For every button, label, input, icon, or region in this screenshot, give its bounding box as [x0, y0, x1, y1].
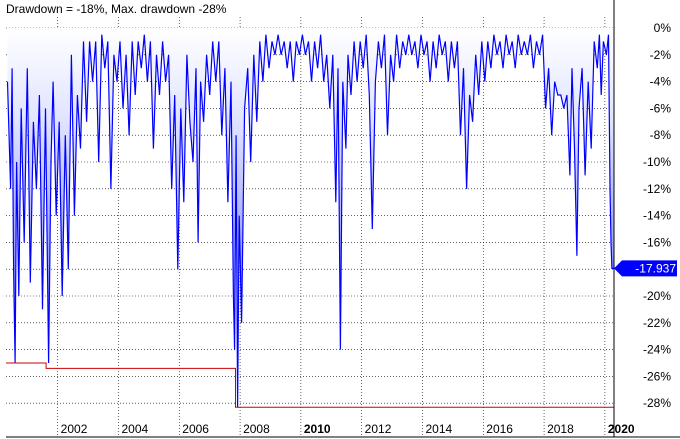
- x-tick-label: 2016: [486, 422, 513, 436]
- y-tick-label: 0%: [654, 21, 672, 35]
- drawdown-fill: [7, 28, 614, 408]
- y-tick-label: -14%: [643, 209, 671, 223]
- y-tick-label: -24%: [643, 343, 671, 357]
- y-axis: 0%-2%-4%-6%-8%-10%-12%-14%-16%-18%-20%-2…: [643, 21, 671, 410]
- x-tick-label: 2020: [608, 422, 635, 436]
- y-tick-label: -8%: [650, 128, 672, 142]
- x-axis: 2002 2004 2006 2008 2010 2012 2014 2016 2018 2020: [61, 422, 635, 436]
- x-tick-label: 2004: [121, 422, 148, 436]
- y-tick-label: -2%: [650, 48, 672, 62]
- last-value-label: -17.937: [635, 261, 676, 275]
- x-tick-label: 2002: [61, 422, 88, 436]
- last-value-marker: -17.937: [614, 260, 677, 277]
- x-tick-label: 2014: [425, 422, 452, 436]
- drawdown-area: [7, 28, 614, 408]
- x-tick-label: 2010: [304, 422, 331, 436]
- series-lines: [6, 34, 614, 408]
- y-tick-label: -16%: [643, 235, 671, 249]
- max-drawdown-line: [6, 362, 614, 408]
- y-tick-label: -20%: [643, 289, 671, 303]
- y-tick-label: -4%: [650, 75, 672, 89]
- chart-window: 0%-2%-4%-6%-8%-10%-12%-14%-16%-18%-20%-2…: [0, 0, 680, 439]
- y-tick-label: -28%: [643, 396, 671, 410]
- x-tick-label: 2008: [243, 422, 270, 436]
- x-tick-label: 2006: [182, 422, 209, 436]
- y-tick-label: -26%: [643, 369, 671, 383]
- y-tick-label: -12%: [643, 182, 671, 196]
- x-tick-label: 2018: [547, 422, 574, 436]
- y-tick-label: -22%: [643, 316, 671, 330]
- y-tick-label: -6%: [650, 101, 672, 115]
- chart-title: Drawdown = -18%, Max. drawdown -28%: [4, 2, 229, 16]
- drawdown-chart: 0%-2%-4%-6%-8%-10%-12%-14%-16%-18%-20%-2…: [6, 0, 680, 438]
- y-tick-label: -10%: [643, 155, 671, 169]
- x-tick-label: 2012: [365, 422, 392, 436]
